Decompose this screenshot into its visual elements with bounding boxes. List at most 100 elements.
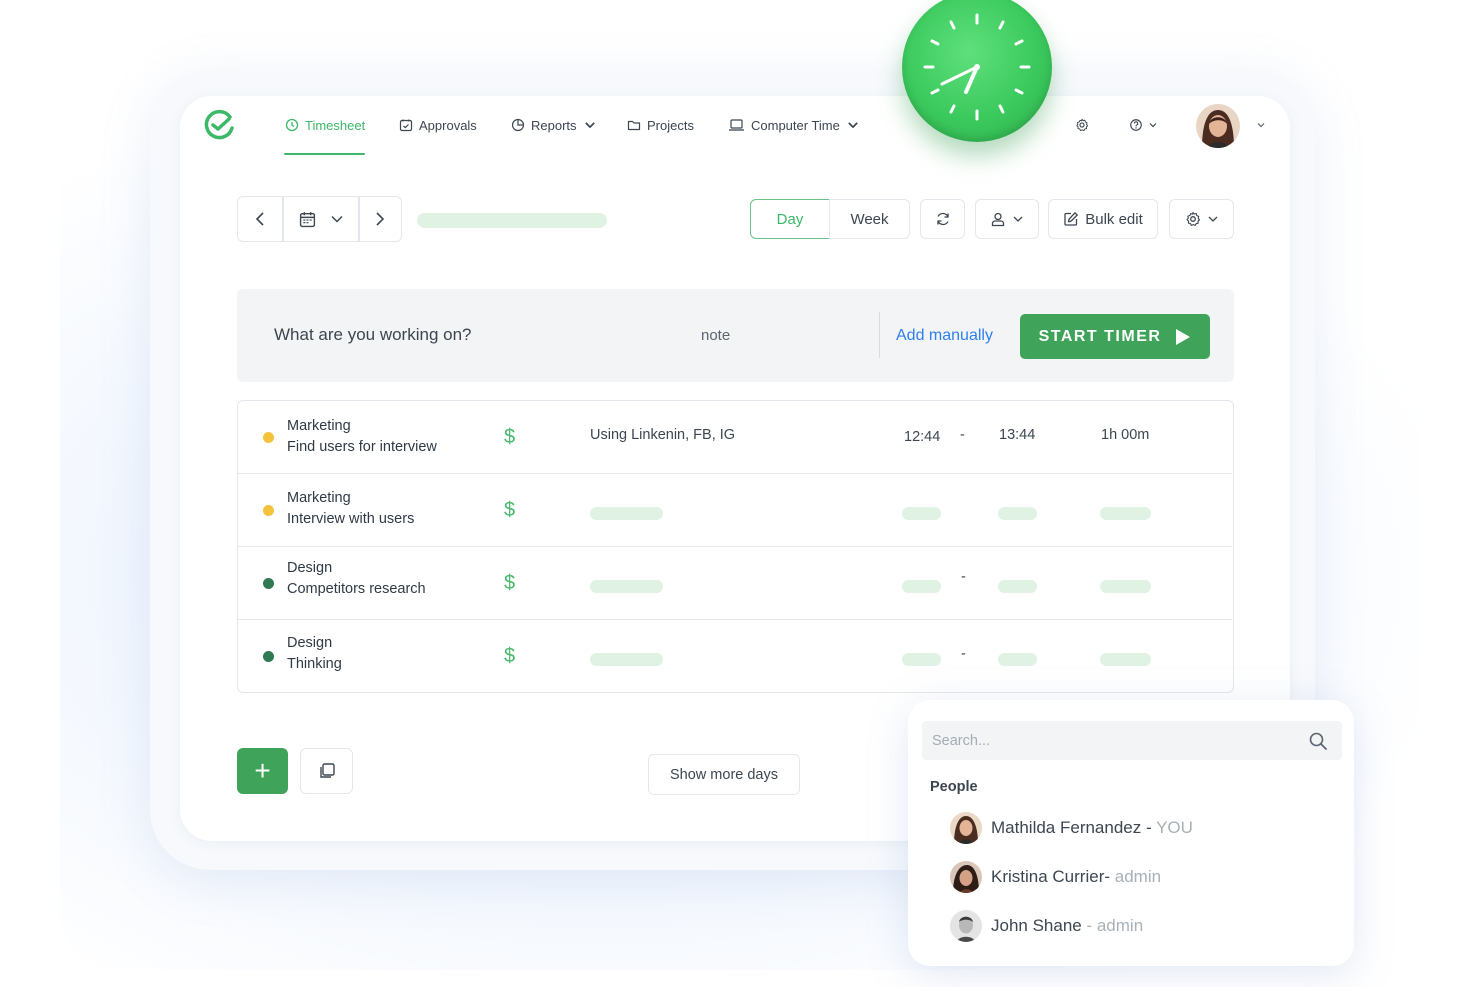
end-time[interactable]: 13:44 — [999, 427, 1035, 443]
help-menu-button[interactable] — [1125, 116, 1161, 134]
person-role: - admin — [1086, 916, 1144, 935]
start-time-placeholder — [902, 653, 941, 666]
nav-tab-timesheet[interactable]: Timesheet — [285, 116, 365, 134]
user-avatar[interactable] — [1196, 104, 1240, 148]
person-role: YOU — [1156, 818, 1193, 837]
chevron-down-icon — [330, 215, 343, 223]
time-entry-row[interactable]: Marketing Interview with users $ — [238, 474, 1232, 547]
clock-illustration — [902, 0, 1052, 142]
nav-tab-label: Projects — [647, 117, 694, 133]
person-item[interactable]: Mathilda Fernandez - YOU — [950, 811, 1193, 845]
copy-icon — [319, 763, 335, 778]
task-description-input[interactable]: What are you working on? — [274, 325, 472, 345]
divider — [879, 312, 880, 358]
duration-placeholder — [1100, 507, 1151, 520]
view-settings-button[interactable] — [1169, 199, 1234, 239]
bulk-edit-button[interactable]: Bulk edit — [1048, 199, 1158, 239]
date-picker-button[interactable] — [285, 199, 357, 239]
add-entry-button[interactable]: + — [237, 748, 288, 794]
entry-description[interactable]: Using Linkenin, FB, IG — [590, 427, 735, 443]
description-placeholder — [590, 653, 663, 666]
start-timer-button[interactable]: START TIMER — [1020, 314, 1210, 359]
end-time-placeholder — [998, 580, 1037, 593]
people-search — [922, 721, 1342, 760]
description-placeholder — [590, 507, 663, 520]
person-name: Mathilda Fernandez - — [991, 818, 1157, 837]
nav-tab-label: Approvals — [419, 117, 477, 133]
person-name: John Shane — [991, 916, 1087, 935]
note-input[interactable]: note — [701, 327, 730, 344]
billable-icon[interactable]: $ — [504, 645, 515, 668]
user-icon — [991, 212, 1005, 227]
chevron-down-icon — [1149, 123, 1156, 128]
chevron-down-icon — [584, 122, 595, 129]
avatar — [950, 910, 982, 942]
search-icon[interactable] — [1308, 731, 1328, 751]
chevron-down-icon — [848, 122, 858, 129]
edit-icon — [1064, 212, 1079, 226]
previous-day-button[interactable] — [240, 199, 280, 239]
nav-tab-label: Computer Time — [751, 117, 840, 133]
nav-tab-approvals[interactable]: Approvals — [399, 116, 477, 134]
week-view-button[interactable]: Week — [829, 199, 910, 239]
user-filter-button[interactable] — [975, 199, 1039, 239]
refresh-icon — [936, 212, 949, 226]
nav-tab-label: Timesheet — [305, 117, 366, 133]
person-role: admin — [1114, 867, 1162, 886]
avatar — [950, 861, 982, 893]
billable-icon[interactable]: $ — [504, 426, 515, 449]
refresh-button[interactable] — [920, 199, 965, 239]
chevron-right-icon — [376, 212, 385, 226]
start-time[interactable]: 12:44 — [904, 429, 940, 445]
nav-tab-reports[interactable]: Reports — [511, 116, 597, 134]
avatar — [950, 812, 982, 844]
start-timer-label: START TIMER — [1038, 327, 1162, 345]
chevron-down-icon — [1013, 216, 1023, 222]
billable-icon[interactable]: $ — [504, 499, 515, 522]
gear-icon — [1076, 118, 1089, 132]
end-time-placeholder — [998, 507, 1037, 520]
status-dot — [263, 432, 274, 443]
help-icon — [1129, 119, 1142, 131]
next-day-button[interactable] — [360, 199, 400, 239]
time-entry-row[interactable]: Marketing Find users for interview $ Usi… — [238, 401, 1232, 474]
end-time-placeholder — [998, 653, 1037, 666]
nav-tab-computer-time[interactable]: Computer Time — [728, 116, 860, 134]
nav-tab-projects[interactable]: Projects — [627, 116, 694, 134]
time-entry-row[interactable]: Design Thinking $ - — [238, 620, 1232, 693]
task-name: Thinking — [287, 656, 342, 672]
project-name: Marketing — [287, 490, 351, 506]
time-separator: - — [961, 646, 966, 662]
laptop-icon — [729, 119, 744, 131]
time-separator: - — [960, 427, 965, 443]
chevron-down-icon[interactable] — [1255, 120, 1267, 130]
search-input[interactable] — [932, 730, 1292, 752]
day-view-button[interactable]: Day — [750, 199, 830, 239]
divider — [282, 197, 284, 241]
person-item[interactable]: John Shane - admin — [950, 909, 1143, 943]
settings-button[interactable] — [1073, 116, 1091, 134]
show-more-days-button[interactable]: Show more days — [648, 754, 800, 795]
nav-tab-label: Reports — [531, 117, 577, 133]
status-dot — [263, 651, 274, 662]
start-time-placeholder — [902, 507, 941, 520]
status-dot — [263, 505, 274, 516]
time-entries-list: Marketing Find users for interview $ Usi… — [237, 400, 1234, 693]
chevron-down-icon — [1208, 216, 1217, 222]
duplicate-button[interactable] — [300, 748, 353, 794]
active-tab-indicator — [284, 153, 365, 155]
time-entry-row[interactable]: Design Competitors research $ - — [238, 547, 1232, 620]
add-manually-link[interactable]: Add manually — [896, 327, 993, 345]
calendar-icon — [299, 211, 315, 227]
bulk-edit-label: Bulk edit — [1085, 210, 1143, 228]
calendar-check-icon — [399, 119, 413, 132]
folder-icon — [627, 120, 641, 131]
description-placeholder — [590, 580, 663, 593]
billable-icon[interactable]: $ — [504, 572, 515, 595]
person-item[interactable]: Kristina Currier- admin — [950, 860, 1161, 894]
logo-icon[interactable] — [202, 108, 236, 142]
task-name: Competitors research — [287, 581, 426, 597]
project-name: Design — [287, 635, 333, 651]
chevron-left-icon — [255, 212, 264, 226]
duration[interactable]: 1h 00m — [1101, 427, 1149, 443]
